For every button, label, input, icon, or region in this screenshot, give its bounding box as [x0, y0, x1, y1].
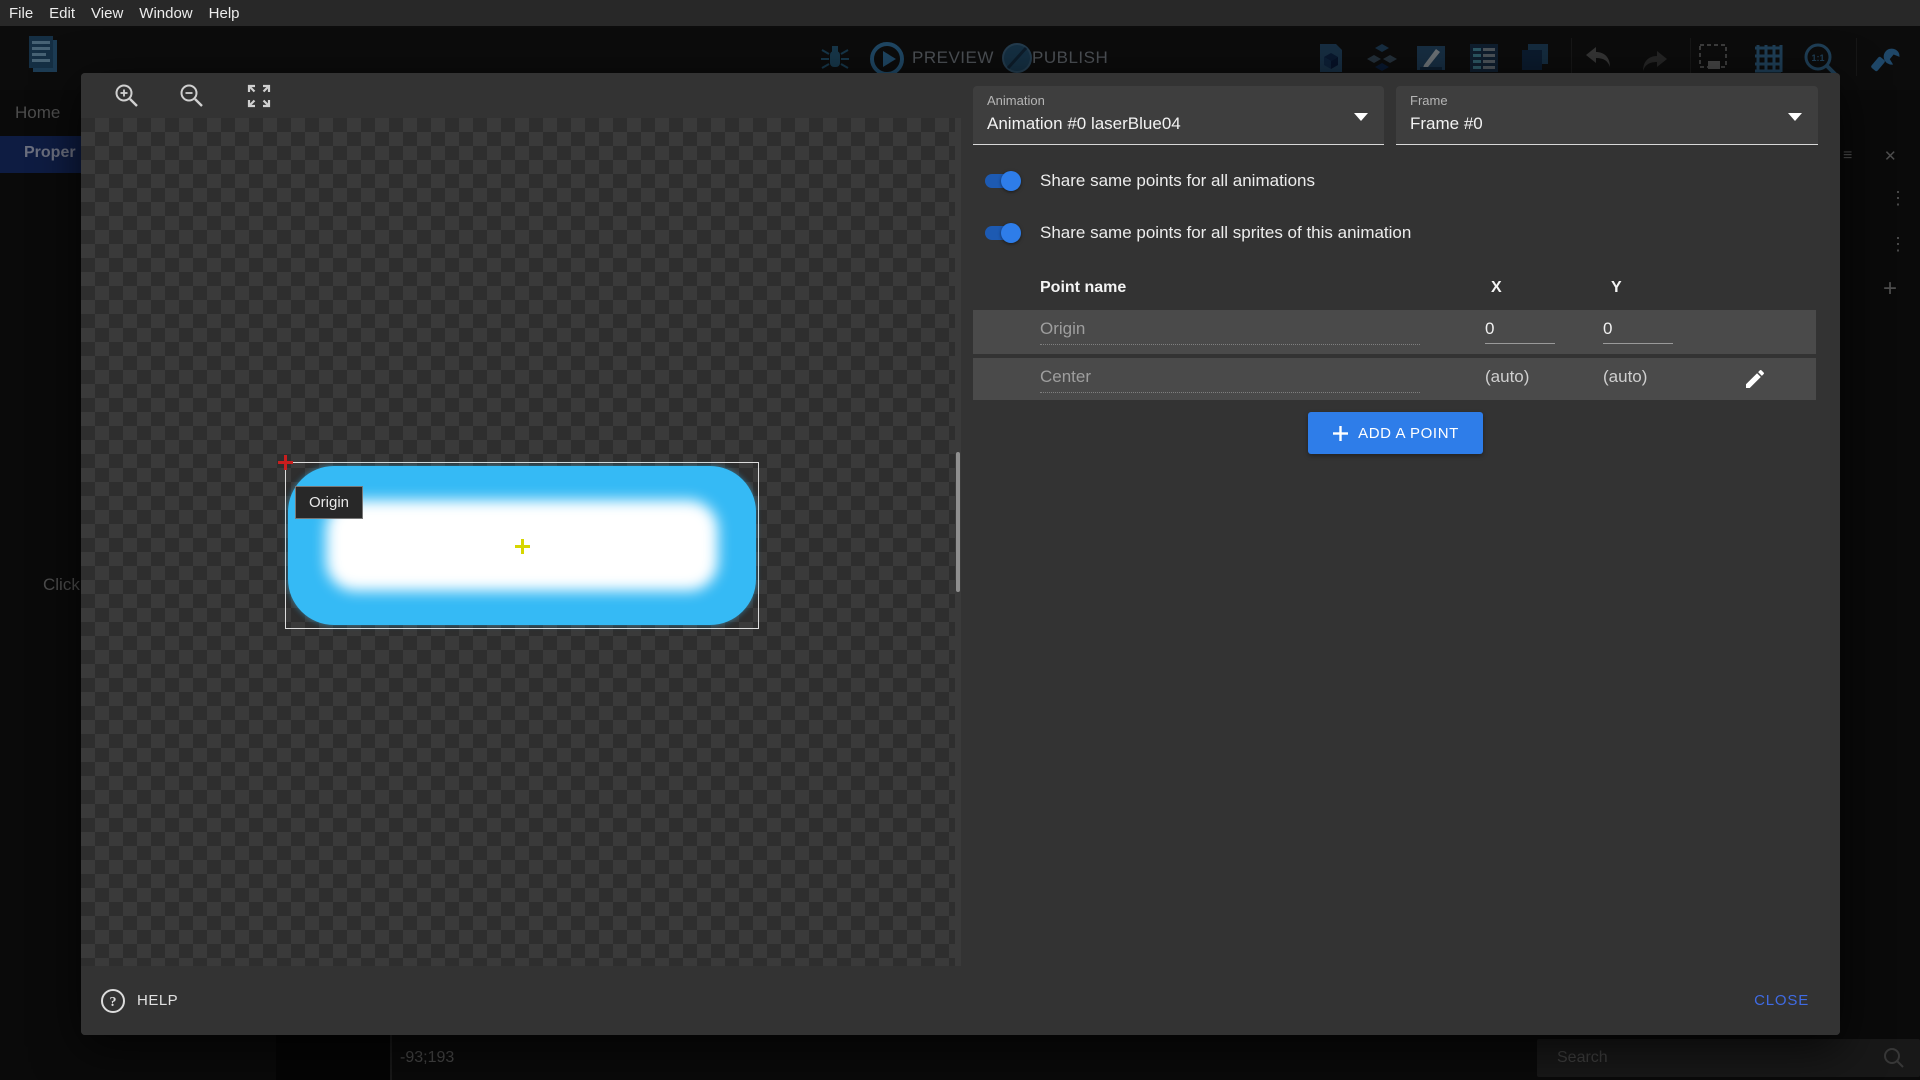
add-a-point-button[interactable]: ADD A POINT	[1308, 412, 1483, 454]
column-header-point-name: Point name	[1040, 279, 1126, 297]
origin-tooltip-label: Origin	[309, 494, 349, 511]
center-point-marker[interactable]	[515, 539, 530, 554]
column-header-x: X	[1491, 279, 1502, 297]
close-button[interactable]: CLOSE	[1754, 966, 1809, 1035]
share-points-all-animations-toggle[interactable]	[983, 170, 1021, 192]
canvas-scrollbar-thumb[interactable]	[956, 452, 960, 592]
point-x-field[interactable]: 0	[1485, 319, 1555, 344]
animation-select[interactable]: Animation Animation #0 laserBlue04	[973, 86, 1384, 145]
menu-bar: File Edit View Window Help	[0, 0, 1920, 26]
edit-points-dialog: Origin Animation Animation #0 laserBlue0…	[81, 73, 1840, 1035]
plus-icon	[1332, 425, 1349, 442]
animation-select-value: Animation #0 laserBlue04	[987, 114, 1181, 134]
fit-to-view-icon[interactable]	[245, 82, 273, 110]
help-button-label: HELP	[137, 992, 178, 1009]
help-icon: ?	[100, 988, 126, 1014]
chevron-down-icon	[1354, 113, 1368, 121]
menu-view[interactable]: View	[91, 5, 123, 22]
frame-select-value: Frame #0	[1410, 114, 1483, 134]
dialog-footer: ? HELP CLOSE	[81, 966, 1840, 1035]
help-button[interactable]: ? HELP	[100, 966, 178, 1035]
share-points-all-sprites-toggle[interactable]	[983, 222, 1021, 244]
toggle-thumb	[1001, 171, 1021, 191]
zoom-out-icon[interactable]	[178, 82, 206, 110]
point-y-field[interactable]: 0	[1603, 319, 1673, 344]
zoom-in-icon[interactable]	[113, 82, 141, 110]
points-panel	[961, 73, 1840, 966]
close-button-label: CLOSE	[1754, 992, 1809, 1009]
animation-select-label: Animation	[987, 93, 1045, 108]
app-window: File Edit View Window Help PREVIEW PUBLI…	[0, 0, 1920, 1080]
point-name-field[interactable]: Origin	[1040, 319, 1420, 345]
point-y-value: (auto)	[1603, 367, 1673, 387]
point-x-value: (auto)	[1485, 367, 1555, 387]
point-row-origin: Origin 0 0	[973, 310, 1816, 354]
menu-help[interactable]: Help	[209, 5, 240, 22]
frame-select[interactable]: Frame Frame #0	[1396, 86, 1818, 145]
menu-edit[interactable]: Edit	[49, 5, 75, 22]
share-points-all-sprites-label: Share same points for all sprites of thi…	[1040, 223, 1411, 243]
svg-text:?: ?	[110, 995, 117, 1010]
share-points-all-animations-label: Share same points for all animations	[1040, 171, 1315, 191]
menu-file[interactable]: File	[9, 5, 33, 22]
point-row-center: Center (auto) (auto)	[973, 356, 1816, 400]
origin-tooltip: Origin	[295, 486, 363, 519]
column-header-y: Y	[1611, 279, 1622, 297]
menu-window[interactable]: Window	[139, 5, 192, 22]
toggle-thumb	[1001, 223, 1021, 243]
edit-center-point-icon[interactable]	[1743, 367, 1769, 393]
add-a-point-label: ADD A POINT	[1358, 425, 1459, 442]
sprite-canvas[interactable]: Origin	[81, 118, 958, 966]
frame-select-label: Frame	[1410, 93, 1448, 108]
chevron-down-icon	[1788, 113, 1802, 121]
point-name-field[interactable]: Center	[1040, 367, 1420, 393]
origin-point-marker[interactable]	[278, 455, 293, 470]
canvas-toolbar	[81, 73, 958, 118]
